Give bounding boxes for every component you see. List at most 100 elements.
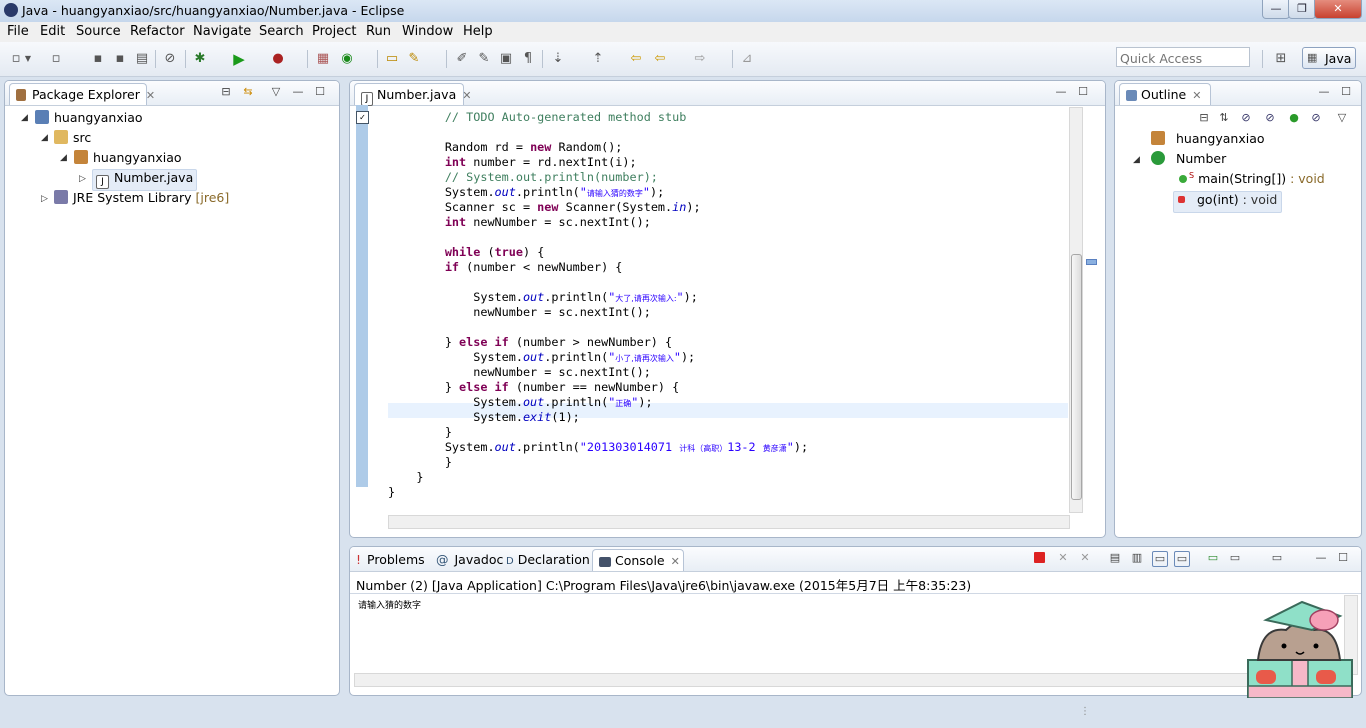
show-whitespace-icon[interactable]: ¶ — [520, 51, 536, 67]
minimize-button[interactable]: — — [1262, 0, 1290, 19]
remove-launch-icon[interactable]: ✕ — [1056, 551, 1070, 565]
code-line[interactable]: Random rd = new Random(); — [388, 140, 623, 155]
maximize-view-icon[interactable]: ☐ — [1076, 85, 1090, 99]
save-all-icon[interactable]: ▪ — [112, 51, 128, 67]
minimize-view-icon[interactable]: — — [1317, 85, 1331, 99]
open-perspective-icon[interactable]: ⊞ — [1273, 51, 1289, 67]
tab-console[interactable]: Console ✕ — [592, 549, 684, 571]
open-type-icon[interactable]: ▭ — [384, 51, 400, 67]
code-line[interactable]: } else if (number == newNumber) { — [388, 380, 679, 395]
link-with-editor-icon[interactable]: ⇆ — [241, 85, 255, 99]
task-marker-icon[interactable]: ✓ — [356, 111, 369, 124]
tree-item-jre-library[interactable]: JRE System Library [jre6] — [54, 190, 229, 210]
block-selection-icon[interactable]: ▣ — [498, 51, 514, 67]
code-line[interactable]: if (number < newNumber) { — [388, 260, 623, 275]
outline-item-class[interactable]: Number — [1151, 151, 1226, 171]
menu-file[interactable]: File — [7, 24, 29, 39]
code-line[interactable]: } — [388, 425, 452, 440]
menu-window[interactable]: Window — [402, 24, 453, 39]
tab-javadoc[interactable]: @ Javadoc — [436, 552, 503, 567]
code-line[interactable]: } — [388, 455, 452, 470]
hide-fields-icon[interactable]: ⊘ — [1239, 111, 1253, 125]
menu-refactor[interactable]: Refactor — [130, 24, 185, 39]
back-icon[interactable]: ⇦ — [652, 51, 668, 67]
collapse-all-icon[interactable]: ⊟ — [219, 85, 233, 99]
overview-marker[interactable] — [1086, 259, 1097, 265]
show-on-stderr-icon[interactable]: ▭ — [1174, 551, 1190, 567]
expand-arrow-icon[interactable]: ◢ — [21, 113, 28, 123]
code-line[interactable]: } else if (number > newNumber) { — [388, 335, 672, 350]
sort-icon[interactable]: ⇅ — [1217, 111, 1231, 125]
show-on-stdout-icon[interactable]: ▭ — [1152, 551, 1168, 567]
maximize-view-icon[interactable]: ☐ — [313, 85, 327, 99]
maximize-view-icon[interactable]: ☐ — [1339, 85, 1353, 99]
code-line[interactable]: System.out.println("正确"); — [388, 395, 652, 410]
new-java-class-icon[interactable]: ◉ — [339, 51, 355, 67]
menu-navigate[interactable]: Navigate — [193, 24, 251, 39]
console-output[interactable]: 请输入猜的数字 — [358, 598, 421, 611]
collapse-all-icon[interactable]: ⊟ — [1197, 111, 1211, 125]
previous-annotation-icon[interactable]: ⇡ — [590, 51, 606, 67]
outline-item-package[interactable]: huangyanxiao — [1151, 131, 1265, 151]
menu-edit[interactable]: Edit — [40, 24, 65, 39]
hide-non-public-icon[interactable]: ● — [1287, 111, 1301, 125]
pin-console-icon[interactable]: ▭ — [1206, 551, 1220, 565]
code-line[interactable]: // TODO Auto-generated method stub — [388, 110, 686, 125]
minimize-view-icon[interactable]: — — [1054, 85, 1068, 99]
close-icon[interactable]: ✕ — [1192, 89, 1201, 102]
collapse-arrow-icon[interactable]: ▷ — [79, 174, 86, 184]
save-icon[interactable]: ▪ — [90, 51, 106, 67]
external-tools-icon[interactable]: ● — [270, 51, 286, 67]
scroll-lock-icon[interactable]: ▥ — [1130, 551, 1144, 565]
forward-icon[interactable]: ⇨ — [692, 51, 708, 67]
collapse-arrow-icon[interactable]: ▷ — [41, 194, 48, 204]
mark-occurrences-icon[interactable]: ✎ — [476, 51, 492, 67]
menu-source[interactable]: Source — [76, 24, 121, 39]
expand-arrow-icon[interactable]: ◢ — [1133, 155, 1140, 165]
minimize-view-icon[interactable]: — — [291, 85, 305, 99]
code-line[interactable]: System.out.println("小了,请再次输入"); — [388, 350, 695, 365]
tree-item-project[interactable]: huangyanxiao — [35, 110, 143, 130]
close-button[interactable]: ✕ — [1314, 0, 1362, 19]
pin-editor-icon[interactable]: ⊿ — [739, 51, 755, 67]
last-edit-location-icon[interactable]: ⇦ — [628, 51, 644, 67]
menu-project[interactable]: Project — [312, 24, 356, 39]
outline-item-main[interactable]: S main(String[]) : void — [1179, 171, 1325, 191]
code-line[interactable]: newNumber = sc.nextInt(); — [388, 305, 651, 320]
outline-item-go[interactable]: go(int) : void — [1173, 191, 1283, 213]
java-perspective-button[interactable]: ▦ Java — [1302, 47, 1356, 69]
menu-help[interactable]: Help — [463, 24, 493, 39]
close-icon[interactable]: ✕ — [671, 555, 680, 568]
editor-horizontal-scrollbar[interactable] — [388, 515, 1070, 529]
menu-search[interactable]: Search — [259, 24, 304, 39]
tab-package-explorer[interactable]: Package Explorer ✕ — [9, 83, 155, 105]
code-line[interactable]: newNumber = sc.nextInt(); — [388, 365, 651, 380]
tree-item-number-java[interactable]: J Number.java — [92, 169, 198, 191]
remove-all-terminated-icon[interactable]: ✕ — [1078, 551, 1092, 565]
code-line[interactable]: } — [388, 485, 395, 500]
code-editor[interactable]: // TODO Auto-generated method stub Rando… — [388, 105, 1068, 505]
code-line[interactable]: // System.out.println(number); — [388, 170, 658, 185]
view-menu-icon[interactable]: ▽ — [1335, 111, 1349, 125]
code-line[interactable]: while (true) { — [388, 245, 544, 260]
terminate-icon[interactable] — [1034, 552, 1045, 563]
tab-outline[interactable]: Outline ✕ — [1119, 83, 1211, 105]
debug-icon[interactable]: ✱ — [192, 51, 208, 67]
maximize-view-icon[interactable]: ☐ — [1336, 551, 1350, 565]
hide-local-types-icon[interactable]: ⊘ — [1309, 111, 1323, 125]
skip-breakpoints-icon[interactable]: ⊘ — [162, 51, 178, 67]
code-line[interactable]: System.out.println("大了,请再次输入:"); — [388, 290, 698, 305]
expand-arrow-icon[interactable]: ◢ — [60, 153, 67, 163]
code-line[interactable]: int newNumber = sc.nextInt(); — [388, 215, 651, 230]
open-console-icon[interactable]: ▭ — [1270, 551, 1284, 565]
tab-number-java[interactable]: J Number.java ✕ — [354, 83, 471, 106]
console-horizontal-scrollbar[interactable] — [354, 673, 1344, 687]
toggle-mark-icon[interactable]: ✐ — [454, 51, 470, 67]
code-line[interactable]: int number = rd.nextInt(i); — [388, 155, 637, 170]
quick-access-input[interactable] — [1116, 47, 1250, 67]
menu-run[interactable]: Run — [366, 24, 391, 39]
close-icon[interactable]: ✕ — [462, 89, 471, 102]
tab-declaration[interactable]: D Declaration — [506, 552, 590, 567]
next-annotation-icon[interactable]: ⇣ — [550, 51, 566, 67]
code-line[interactable]: System.exit(1); — [388, 410, 580, 425]
